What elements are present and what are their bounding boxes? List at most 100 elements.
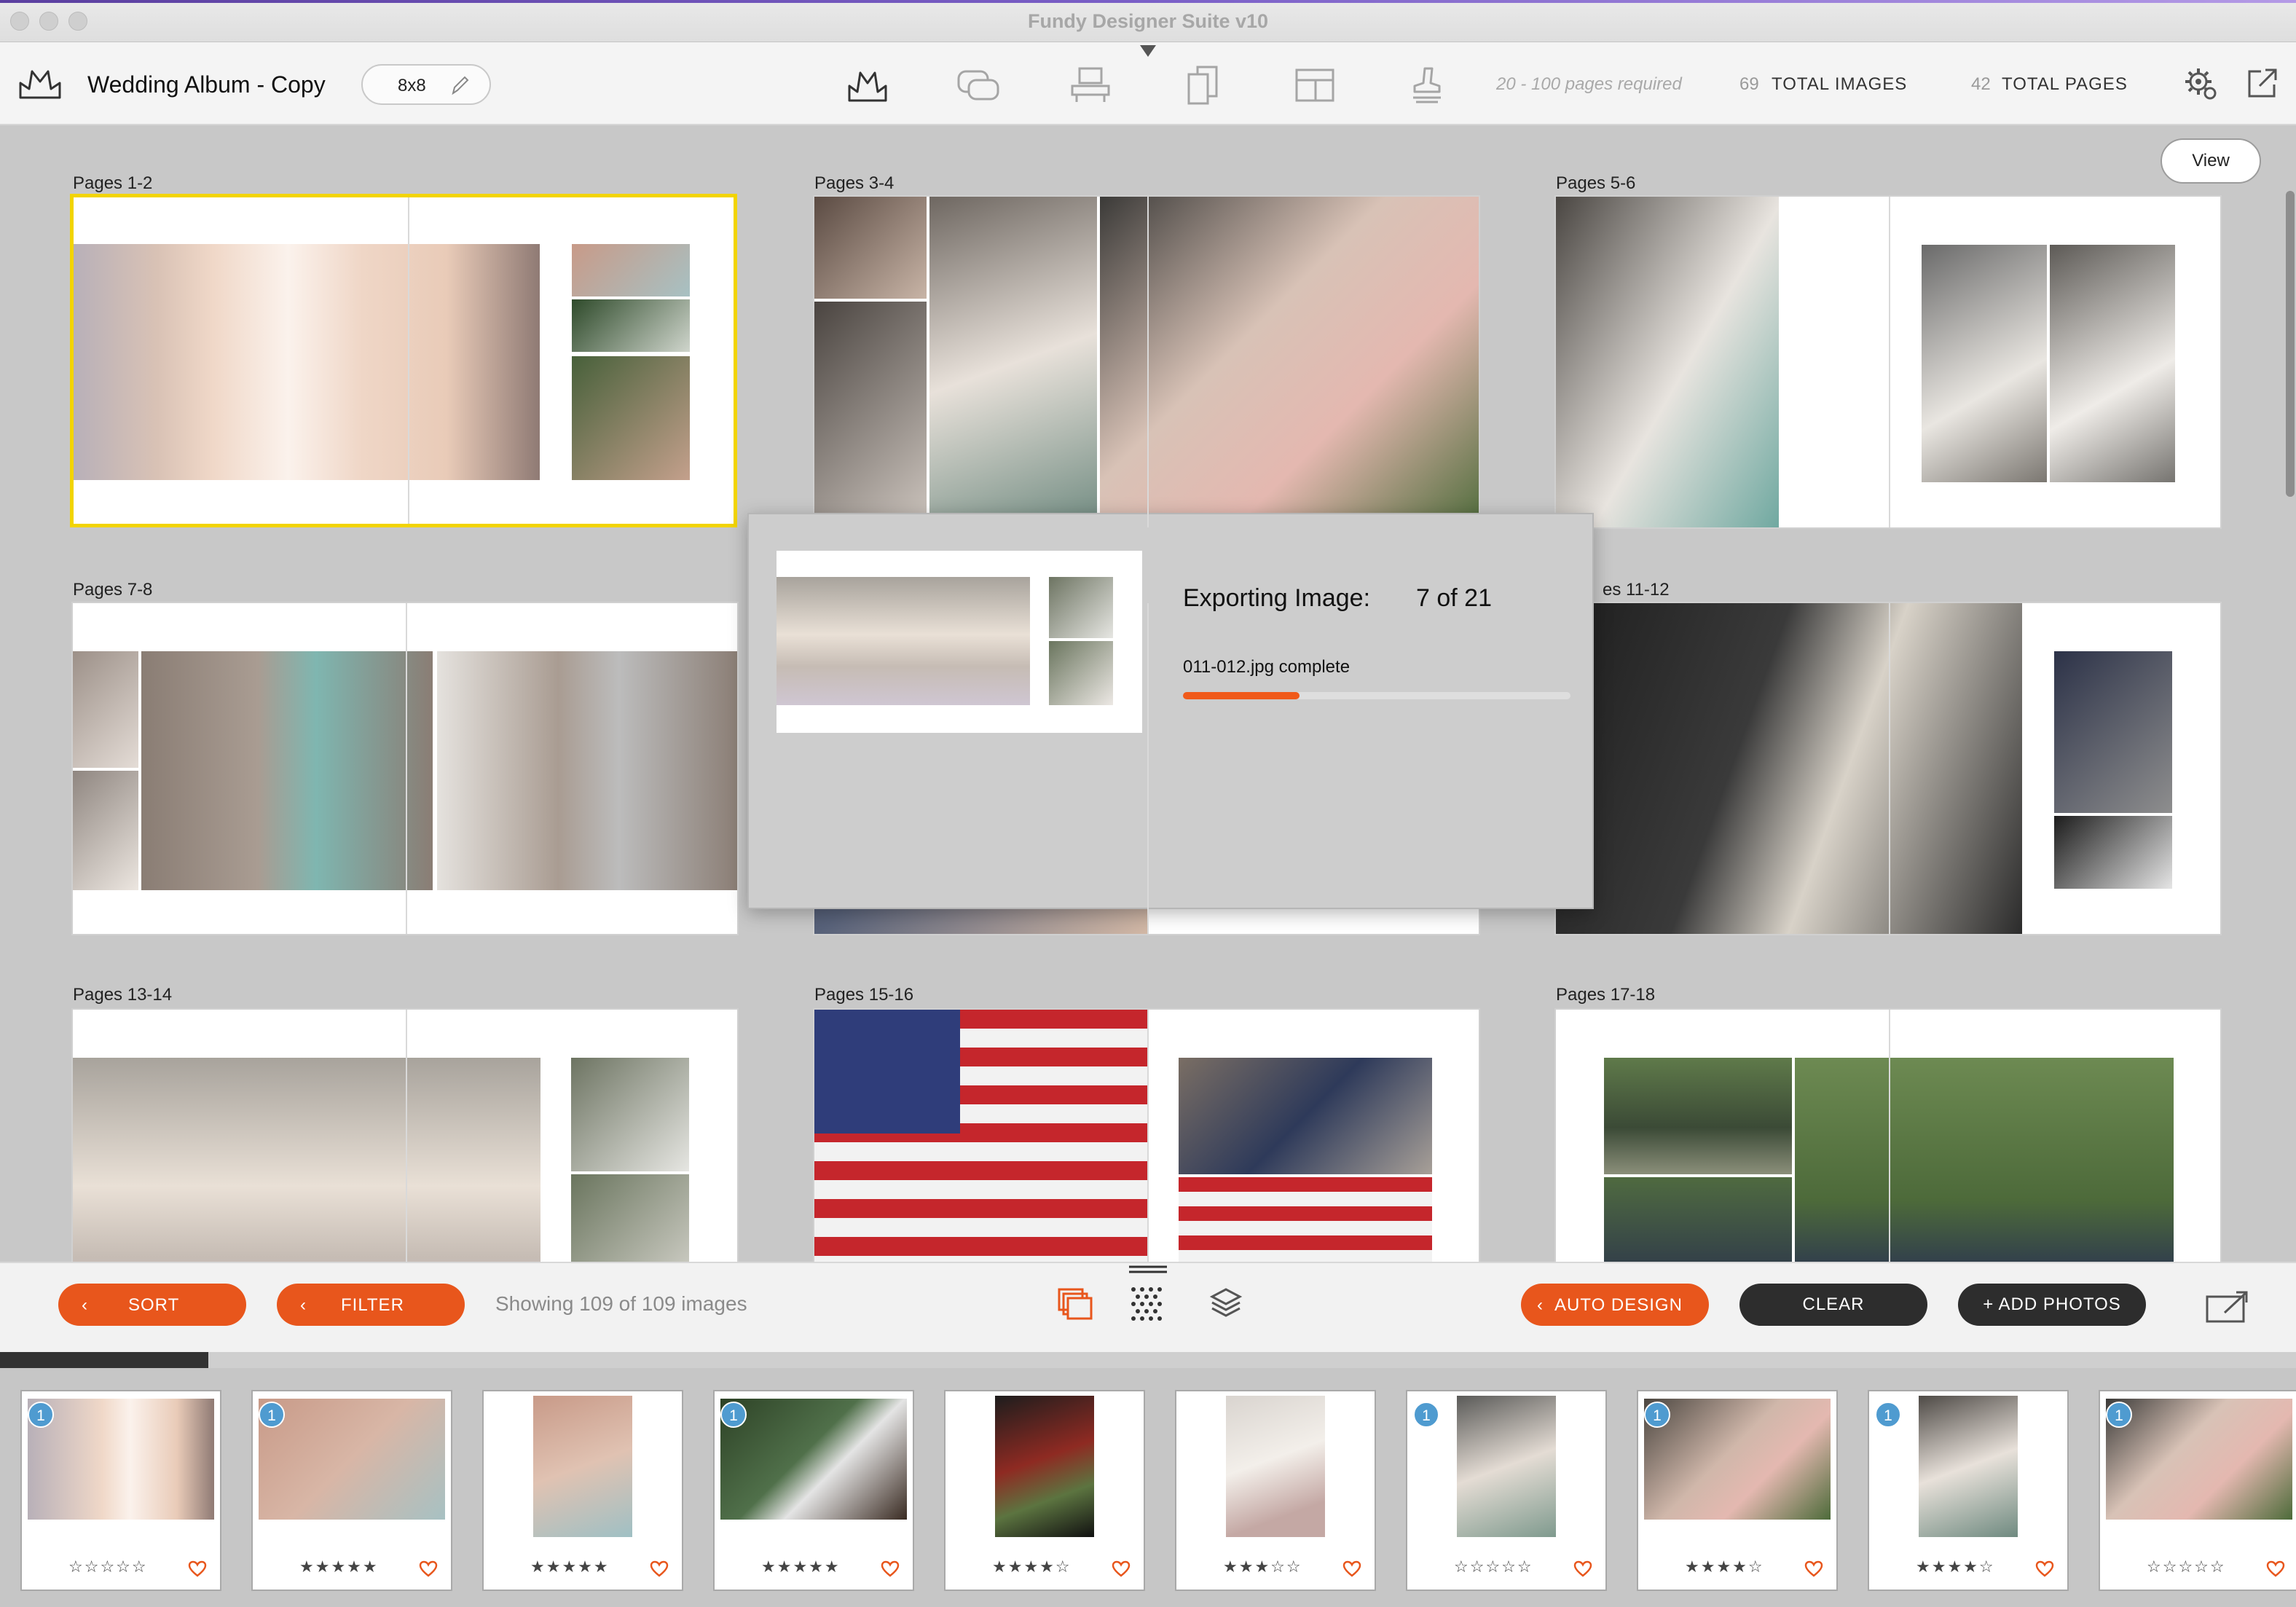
view-button[interactable]: View — [2161, 138, 2261, 184]
thumbnail-image[interactable] — [1226, 1396, 1325, 1537]
star-rating[interactable]: ★★★★★ — [761, 1557, 841, 1576]
external-window-icon[interactable] — [2245, 66, 2280, 101]
layout-icon[interactable] — [1292, 63, 1337, 108]
thumbnail-card[interactable]: 1 ★★★★☆ — [1637, 1390, 1838, 1591]
photo-groomsmen-flag-1[interactable] — [1179, 1058, 1432, 1174]
photo-bridesmaids[interactable] — [73, 1058, 540, 1262]
add-photos-button[interactable]: + ADD PHOTOS — [1958, 1284, 2146, 1326]
photo-bridesmaids-detail-1[interactable] — [571, 1058, 689, 1171]
spread-pages-11-12[interactable] — [1554, 602, 2222, 935]
photo-dresses[interactable] — [74, 244, 540, 480]
thumbnail-card[interactable]: 1 ★★★★★ — [251, 1390, 452, 1591]
photo-dad-hug[interactable] — [437, 651, 737, 890]
star-rating[interactable]: ★★★★☆ — [1685, 1557, 1764, 1576]
filter-button[interactable]: ‹ FILTER — [277, 1284, 465, 1326]
photo-watch[interactable] — [2054, 816, 2172, 889]
thumbnail-image[interactable] — [533, 1396, 632, 1537]
strip-scroll-bar[interactable] — [0, 1352, 2296, 1368]
photo-bride-crying[interactable] — [929, 197, 1097, 527]
photo-dad-first-look[interactable] — [141, 651, 433, 890]
photo-bride-earring[interactable] — [1922, 245, 2047, 482]
photo-bridesmaids-detail-2[interactable] — [571, 1174, 689, 1262]
heart-icon[interactable] — [419, 1560, 438, 1578]
spread-pages-17-18[interactable] — [1554, 1008, 2222, 1262]
photo-mom-tissue[interactable] — [814, 197, 927, 299]
expand-panel-icon[interactable] — [2204, 1286, 2252, 1326]
photo-flower-girl[interactable] — [1100, 197, 1479, 527]
spread-pages-3-4[interactable] — [813, 195, 1480, 529]
spread-pages-13-14[interactable] — [71, 1008, 739, 1262]
stamp-icon[interactable] — [1404, 63, 1450, 108]
wall-icon[interactable] — [1068, 63, 1113, 108]
album-icon[interactable] — [845, 63, 890, 108]
spread-pages-15-16[interactable] — [813, 1008, 1480, 1262]
fundy-logo-icon[interactable] — [17, 67, 63, 101]
photo-groomsmen-jump[interactable] — [1604, 1058, 1792, 1174]
thumbnail-card[interactable]: ★★★★☆ — [944, 1390, 1145, 1591]
heart-icon[interactable] — [1804, 1560, 1823, 1578]
thumbnail-image[interactable] — [2106, 1399, 2292, 1520]
sort-button[interactable]: ‹ SORT — [58, 1284, 246, 1326]
spread-pages-7-8[interactable] — [71, 602, 739, 935]
star-rating[interactable]: ★★★★★ — [299, 1557, 379, 1576]
cards-icon[interactable] — [1180, 63, 1225, 108]
thumbnail-card[interactable]: 1 ☆☆☆☆☆ — [20, 1390, 221, 1591]
spread-label: Pages 17-18 — [1556, 985, 1656, 1005]
project-title[interactable]: Wedding Album - Copy — [87, 71, 326, 98]
grid-view-icon[interactable] — [1128, 1284, 1167, 1323]
spread-pages-1-2[interactable] — [70, 194, 737, 527]
photo-bride-room-1[interactable] — [73, 651, 138, 768]
strip-scroll-thumb[interactable] — [0, 1352, 208, 1368]
photo-bride-room-2[interactable] — [73, 771, 138, 890]
thumbnail-card[interactable]: 1 ☆☆☆☆☆ — [2099, 1390, 2296, 1591]
auto-design-button[interactable]: ‹ AUTO DESIGN — [1521, 1284, 1709, 1326]
heart-icon[interactable] — [2035, 1560, 2054, 1578]
star-rating[interactable]: ★★★★★ — [530, 1557, 610, 1576]
album-size-selector[interactable]: 8x8 — [361, 64, 491, 105]
clear-button[interactable]: CLEAR — [1739, 1284, 1927, 1326]
photo-ring-3[interactable] — [572, 356, 690, 480]
gear-icon[interactable] — [2182, 66, 2219, 102]
thumbnail-card[interactable]: 1 ★★★★★ — [713, 1390, 914, 1591]
stacked-photos-icon[interactable] — [1055, 1284, 1094, 1323]
thumbnail-card[interactable]: 1 ★★★★☆ — [1868, 1390, 2069, 1591]
thumbnail-image[interactable] — [1457, 1396, 1556, 1537]
grid-scrollbar-thumb[interactable] — [2286, 191, 2295, 497]
heart-icon[interactable] — [650, 1560, 669, 1578]
photo-groom-letter[interactable] — [1556, 603, 2022, 934]
layers-icon[interactable] — [1206, 1284, 1246, 1323]
star-rating[interactable]: ☆☆☆☆☆ — [2147, 1557, 2226, 1576]
photo-groomsmen-willow[interactable] — [1795, 1058, 2174, 1262]
heart-icon[interactable] — [881, 1560, 900, 1578]
star-rating[interactable]: ☆☆☆☆☆ — [68, 1557, 148, 1576]
star-rating[interactable]: ☆☆☆☆☆ — [1454, 1557, 1533, 1576]
photo-groomsmen-flag-2[interactable] — [1179, 1177, 1432, 1262]
star-rating[interactable]: ★★★☆☆ — [1223, 1557, 1302, 1576]
star-rating[interactable]: ★★★★☆ — [1916, 1557, 1995, 1576]
photo-bride-back[interactable] — [1556, 197, 1779, 527]
thumbnail-image[interactable] — [259, 1399, 445, 1520]
thumbnail-image[interactable] — [1919, 1396, 2018, 1537]
thumbnail-card[interactable]: ★★★☆☆ — [1175, 1390, 1376, 1591]
heart-icon[interactable] — [1342, 1560, 1361, 1578]
photo-ring-1[interactable] — [572, 244, 690, 296]
heart-icon[interactable] — [2266, 1560, 2285, 1578]
thumbnail-card[interactable]: 1 ☆☆☆☆☆ — [1406, 1390, 1607, 1591]
thumbnail-image[interactable] — [995, 1396, 1094, 1537]
thumbnail-image[interactable] — [28, 1399, 214, 1520]
thumbnail-card[interactable]: ★★★★★ — [482, 1390, 683, 1591]
star-rating[interactable]: ★★★★☆ — [992, 1557, 1072, 1576]
thumbnail-image[interactable] — [1644, 1399, 1831, 1520]
resize-grip-icon[interactable] — [1128, 1263, 1168, 1276]
photo-bride-smile[interactable] — [2050, 245, 2175, 482]
photo-groomsmen-lineup[interactable] — [1604, 1177, 1792, 1262]
proof-icon[interactable] — [956, 63, 1001, 108]
photo-ring-2[interactable] — [572, 299, 690, 352]
thumbnail-image[interactable] — [720, 1399, 907, 1520]
heart-icon[interactable] — [1573, 1560, 1592, 1578]
spread-pages-5-6[interactable] — [1554, 195, 2222, 529]
photo-groom-seated[interactable] — [2054, 651, 2172, 813]
heart-icon[interactable] — [188, 1560, 207, 1578]
heart-icon[interactable] — [1112, 1560, 1131, 1578]
photo-reading-card[interactable] — [814, 302, 927, 527]
